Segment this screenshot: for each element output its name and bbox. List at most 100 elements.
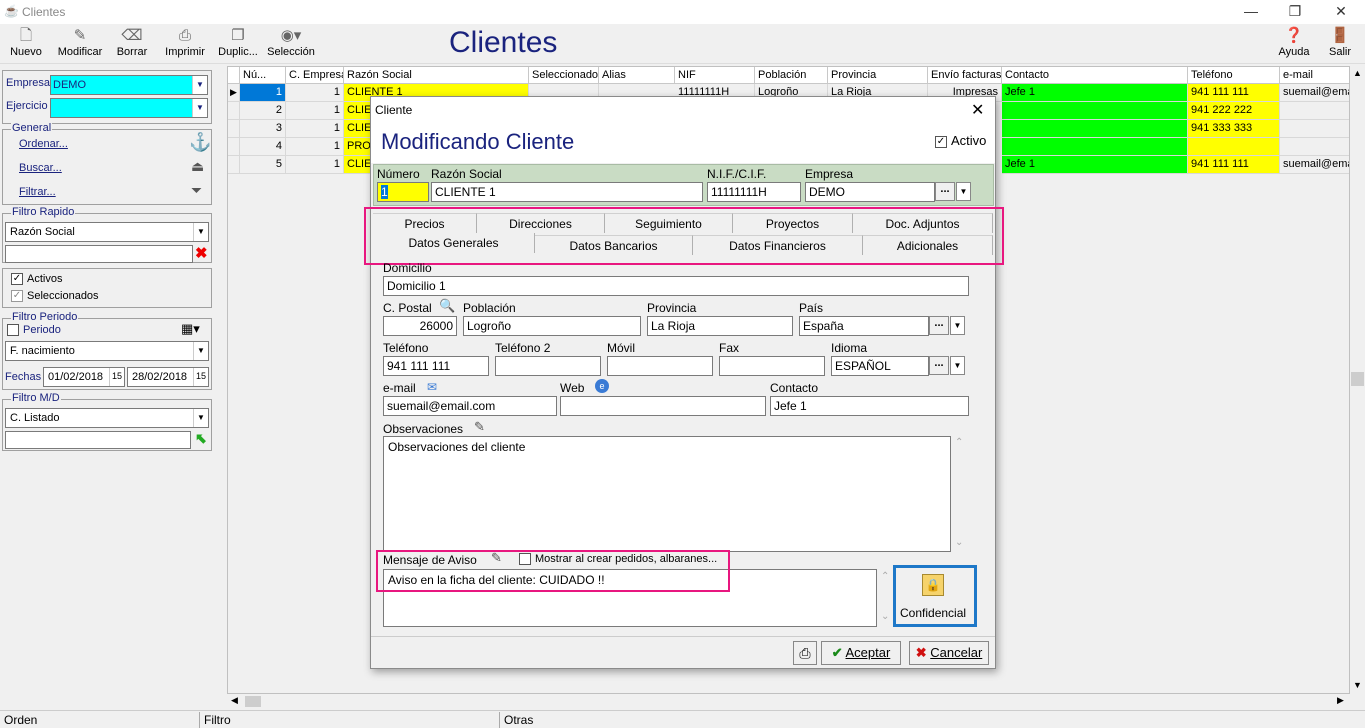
table-cell-email[interactable]: suemail@ema bbox=[1280, 156, 1349, 174]
header-email[interactable]: e-mail bbox=[1280, 67, 1349, 84]
calendar-icon[interactable]: 15 bbox=[109, 368, 124, 386]
email-envelope-icon[interactable]: ✉ bbox=[427, 380, 437, 394]
calendar-icon[interactable]: ▦▾ bbox=[181, 321, 200, 337]
empresa-input[interactable]: DEMO bbox=[805, 182, 935, 202]
provincia-input[interactable]: La Rioja bbox=[647, 316, 793, 336]
scroll-down-icon[interactable]: ⌄ bbox=[955, 537, 963, 548]
scroll-up-icon[interactable]: ⌃ bbox=[955, 437, 963, 448]
confidencial-button[interactable]: 🔒 Confidencial bbox=[893, 565, 977, 627]
telefono-input[interactable]: 941 111 111 bbox=[383, 356, 489, 376]
close-window-button[interactable]: ✕ bbox=[1318, 0, 1364, 24]
filtro-rapido-input[interactable] bbox=[5, 245, 193, 263]
header-poblacion[interactable]: Población bbox=[755, 67, 828, 84]
ayuda-button[interactable]: ❓ Ayuda bbox=[1276, 26, 1312, 62]
ellipsis-button[interactable]: ... bbox=[935, 182, 955, 201]
anchor-icon[interactable]: ⚓ bbox=[189, 132, 211, 153]
table-cell-telefono[interactable]: 941 111 111 bbox=[1188, 156, 1280, 174]
close-icon[interactable]: ✕ bbox=[971, 100, 984, 120]
fecha-desde-input[interactable]: 01/02/2018 15 bbox=[43, 367, 125, 387]
cancelar-button[interactable]: ✖ Cancelar bbox=[909, 641, 989, 665]
scroll-left-icon[interactable]: ◀ bbox=[231, 695, 238, 706]
buscar-link[interactable]: Buscar... bbox=[19, 162, 62, 174]
ordenar-link[interactable]: Ordenar... bbox=[19, 138, 68, 150]
chevron-down-icon[interactable]: ▼ bbox=[950, 356, 965, 375]
table-cell-email[interactable]: suemail@ema bbox=[1280, 84, 1349, 102]
vertical-scrollbar[interactable]: ▲ ▼ bbox=[1350, 66, 1365, 694]
table-cell-telefono[interactable]: 941 222 222 bbox=[1188, 102, 1280, 120]
header-provincia[interactable]: Provincia bbox=[828, 67, 928, 84]
table-cell-num[interactable]: 4 bbox=[240, 138, 286, 156]
chevron-down-icon[interactable]: ▼ bbox=[192, 76, 207, 94]
contacto-input[interactable]: Jefe 1 bbox=[770, 396, 969, 416]
table-cell-num[interactable]: 3 bbox=[240, 120, 286, 138]
scroll-up-icon[interactable]: ▲ bbox=[1353, 68, 1362, 78]
scroll-right-icon[interactable]: ▶ bbox=[1337, 695, 1344, 706]
activo-checkbox[interactable]: ✓ Activo bbox=[935, 133, 986, 148]
scroll-thumb[interactable] bbox=[1351, 372, 1364, 386]
table-cell-emp[interactable]: 1 bbox=[286, 102, 344, 120]
chevron-down-icon[interactable]: ▼ bbox=[193, 409, 208, 427]
filtro-md-select[interactable]: C. Listado ▼ bbox=[5, 408, 209, 428]
scroll-down-icon[interactable]: ⌄ bbox=[881, 611, 889, 622]
table-cell-emp[interactable]: 1 bbox=[286, 120, 344, 138]
header-numero[interactable]: Nú... bbox=[240, 67, 286, 84]
filtro-rapido-select[interactable]: Razón Social ▼ bbox=[5, 222, 209, 242]
filtrar-link[interactable]: Filtrar... bbox=[19, 186, 56, 198]
clear-x-icon[interactable]: ✖ bbox=[195, 244, 208, 262]
header-alias[interactable]: Alias bbox=[599, 67, 675, 84]
header-c-empresa[interactable]: C. Empresa bbox=[286, 67, 344, 84]
search-binoculars-icon[interactable]: ⏏ bbox=[191, 158, 204, 175]
search-icon[interactable]: 🔍 bbox=[439, 298, 455, 314]
header-razon-social[interactable]: Razón Social bbox=[344, 67, 529, 84]
table-cell-telefono[interactable] bbox=[1188, 138, 1280, 156]
fax-input[interactable] bbox=[719, 356, 825, 376]
table-cell-email[interactable] bbox=[1280, 102, 1349, 120]
header-nif[interactable]: NIF bbox=[675, 67, 755, 84]
empresa-select[interactable]: DEMO ▼ bbox=[50, 75, 208, 95]
calendar-icon[interactable]: 15 bbox=[193, 368, 208, 386]
activos-checkbox[interactable]: ✓ Activos bbox=[11, 273, 62, 286]
scroll-thumb[interactable] bbox=[245, 696, 261, 707]
table-cell-contacto[interactable] bbox=[1002, 120, 1188, 138]
nif-input[interactable]: 11111111H bbox=[707, 182, 801, 202]
salir-button[interactable]: 🚪 Salir bbox=[1324, 26, 1356, 62]
table-cell-telefono[interactable]: 941 333 333 bbox=[1188, 120, 1280, 138]
movil-input[interactable] bbox=[607, 356, 713, 376]
header-telefono[interactable]: Teléfono bbox=[1188, 67, 1280, 84]
chevron-down-icon[interactable]: ▼ bbox=[956, 182, 971, 201]
observaciones-textarea[interactable]: Observaciones del cliente bbox=[383, 436, 951, 552]
header-envio-facturas[interactable]: Envío facturas bbox=[928, 67, 1002, 84]
filtro-md-input[interactable] bbox=[5, 431, 191, 449]
borrar-button[interactable]: ⌫ Borrar bbox=[114, 26, 150, 62]
table-cell-telefono[interactable]: 941 111 111 bbox=[1188, 84, 1280, 102]
restore-button[interactable]: ❐ bbox=[1272, 0, 1318, 24]
seleccionados-checkbox[interactable]: ✓ Seleccionados bbox=[11, 290, 99, 303]
horizontal-scrollbar[interactable]: ◀ ▶ bbox=[227, 694, 1350, 709]
ejercicio-select[interactable]: ▼ bbox=[50, 98, 208, 118]
fecha-hasta-input[interactable]: 28/02/2018 15 bbox=[127, 367, 209, 387]
modificar-button[interactable]: ✎ Modificar bbox=[56, 26, 104, 62]
telefono2-input[interactable] bbox=[495, 356, 601, 376]
periodo-checkbox[interactable]: Periodo bbox=[7, 324, 61, 337]
arrow-back-icon[interactable]: ⬉ bbox=[195, 430, 207, 447]
table-cell-num[interactable]: 5 bbox=[240, 156, 286, 174]
table-cell-num[interactable]: 1 bbox=[240, 84, 286, 102]
duplicar-button[interactable]: ❐ Duplic... bbox=[216, 26, 260, 62]
table-cell-contacto[interactable] bbox=[1002, 102, 1188, 120]
numero-input[interactable]: 1 bbox=[377, 182, 429, 202]
table-cell-contacto[interactable] bbox=[1002, 138, 1188, 156]
imprimir-button[interactable]: ⎙ Imprimir bbox=[164, 26, 206, 62]
razon-social-input[interactable]: CLIENTE 1 bbox=[431, 182, 703, 202]
web-globe-icon[interactable]: e bbox=[595, 379, 609, 393]
nuevo-button[interactable]: 🗋 Nuevo bbox=[6, 26, 46, 62]
idioma-input[interactable]: ESPAÑOL bbox=[831, 356, 929, 376]
header-seleccionado[interactable]: Seleccionado bbox=[529, 67, 599, 84]
table-cell-email[interactable] bbox=[1280, 138, 1349, 156]
aceptar-button[interactable]: ✔ Aceptar bbox=[821, 641, 901, 665]
scroll-down-icon[interactable]: ▼ bbox=[1353, 680, 1362, 690]
table-cell-emp[interactable]: 1 bbox=[286, 84, 344, 102]
ellipsis-button[interactable]: ... bbox=[929, 316, 949, 335]
chevron-down-icon[interactable]: ▼ bbox=[193, 342, 208, 360]
table-cell-num[interactable]: 2 bbox=[240, 102, 286, 120]
table-cell-contacto[interactable]: Jefe 1 bbox=[1002, 156, 1188, 174]
